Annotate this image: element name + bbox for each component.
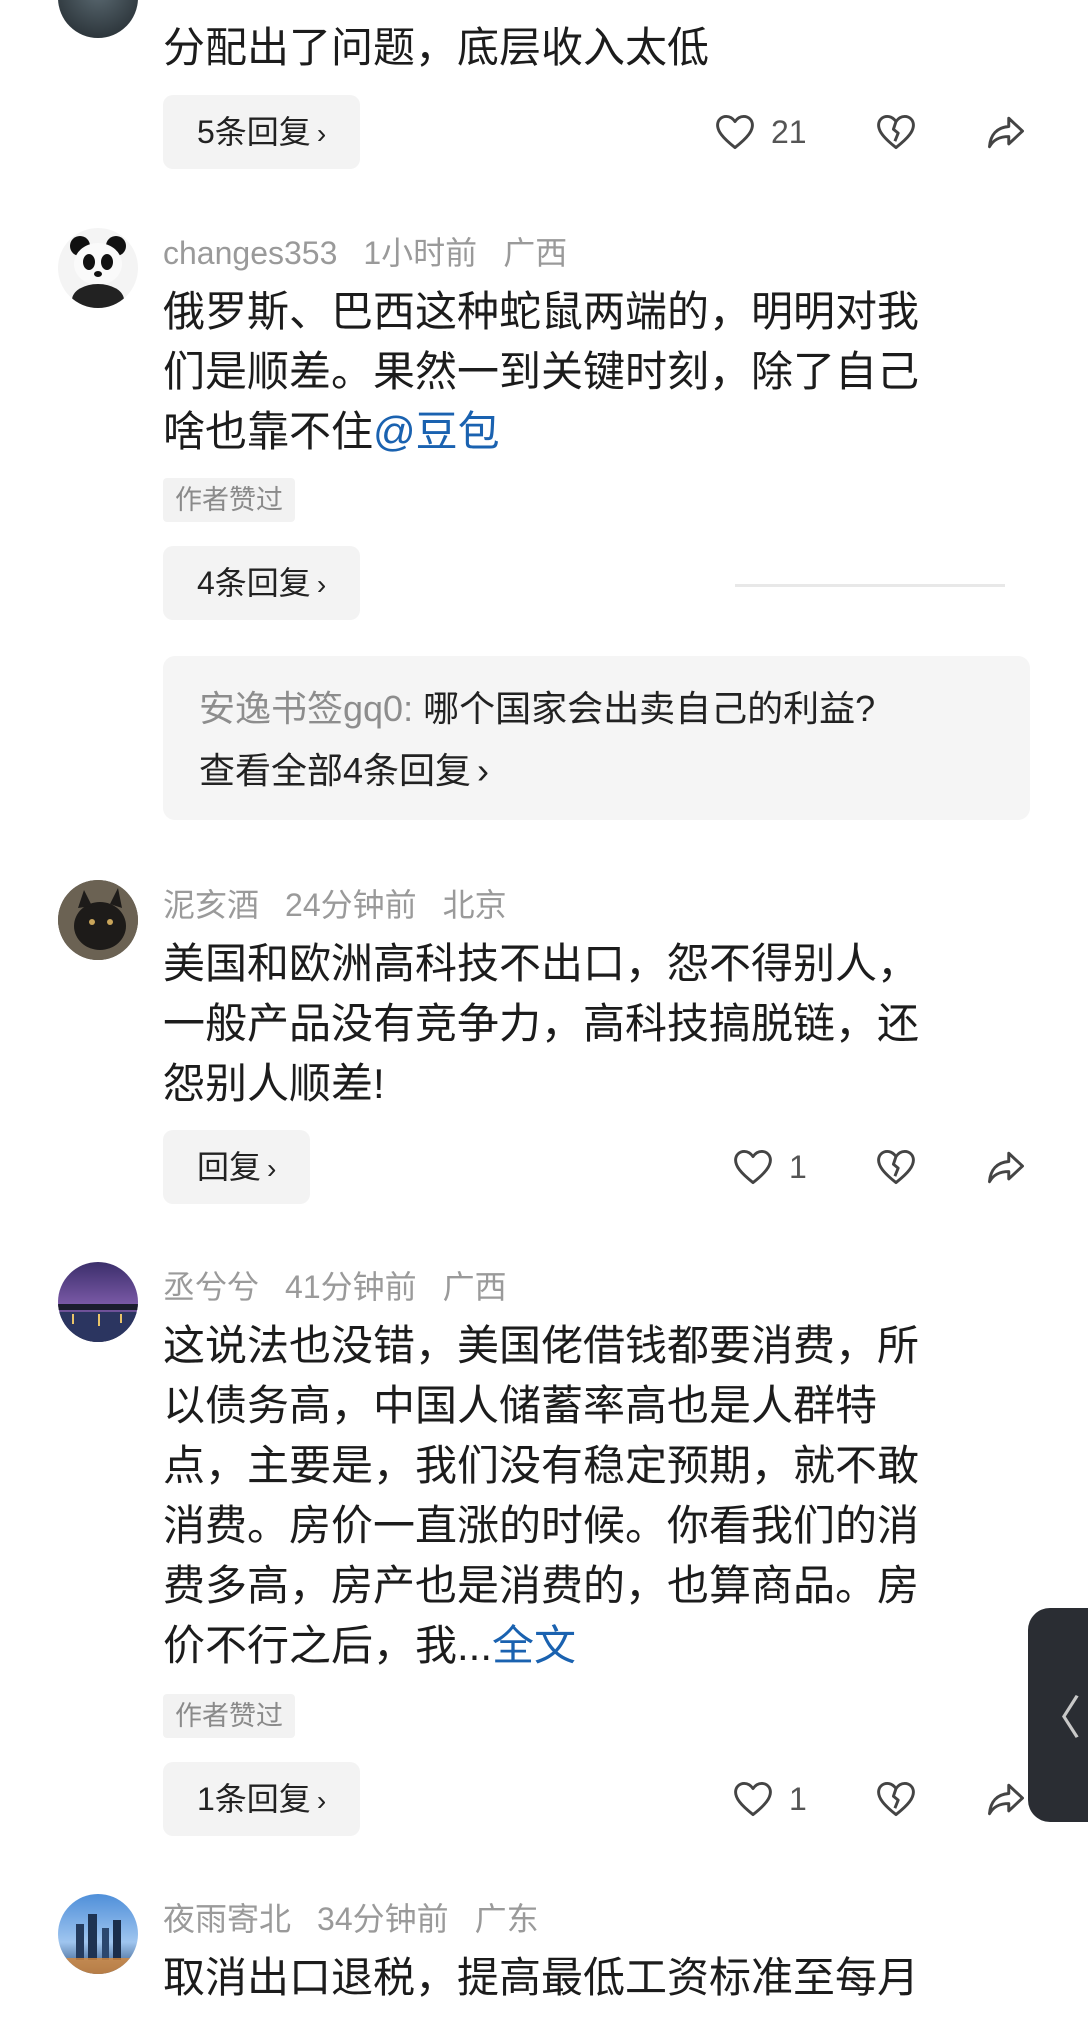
- comment-meta: 夜雨寄北 34分钟前 广东: [163, 1894, 565, 1940]
- broken-heart-icon: [874, 1781, 918, 1825]
- like-button[interactable]: 1: [731, 1145, 807, 1189]
- heart-icon: [731, 1777, 775, 1821]
- heart-icon: [731, 1145, 775, 1189]
- reply-author[interactable]: 安逸书签gq0:: [199, 688, 413, 729]
- comment-location: 广东: [474, 1901, 539, 1937]
- like-count: 1: [789, 1148, 807, 1185]
- comment-location: 广西: [503, 235, 568, 271]
- reply-text: 哪个国家会出卖自己的利益?: [413, 688, 876, 729]
- share-button[interactable]: [984, 1777, 1028, 1826]
- comment-time: 34分钟前: [317, 1901, 449, 1937]
- like-button[interactable]: 1: [731, 1777, 807, 1821]
- faded-action-placeholder: [735, 584, 1005, 587]
- night-city-avatar-image: [58, 1262, 138, 1342]
- reply-count-button[interactable]: 5条回复 ›: [163, 95, 361, 169]
- skyline-avatar-image: [58, 1894, 138, 1974]
- reply-preview[interactable]: 安逸书签gq0: 哪个国家会出卖自己的利益? 查看全部4条回复 ›: [163, 656, 1030, 820]
- dislike-button[interactable]: [874, 1777, 918, 1826]
- comment-text: 分配出了问题，底层收入太低: [163, 24, 710, 71]
- broken-heart-icon: [874, 1149, 918, 1193]
- comment-location: 北京: [442, 887, 507, 923]
- comment-text: 俄罗斯、巴西这种蛇鼠两端的，明明对我 们是顺差。果然一到关键时刻，除了自己 啥也…: [163, 288, 920, 455]
- share-icon: [984, 1151, 1028, 1193]
- like-count: 21: [771, 113, 807, 150]
- view-all-replies-link[interactable]: 查看全部4条回复 ›: [199, 740, 994, 802]
- comment-text: 这说法也没错，美国佬借钱都要消费，所 以债务高，中国人储蓄率高也是人群特 点，主…: [163, 1322, 920, 1669]
- author-liked-badge: 作者赞过: [163, 478, 295, 522]
- author-liked-badge: 作者赞过: [163, 1694, 295, 1738]
- comment-time: 1小时前: [363, 235, 478, 271]
- comment-meta: 泥亥酒 24分钟前 北京: [163, 880, 533, 926]
- username[interactable]: 丞兮兮: [163, 1269, 259, 1305]
- comment-time: 41分钟前: [285, 1269, 417, 1305]
- share-icon: [984, 1783, 1028, 1825]
- comment-text: 美国和欧洲高科技不出口，怨不得别人， 一般产品没有竞争力，高科技搞脱链，还 怨别…: [163, 940, 920, 1107]
- comment-meta: changes353 1小时前 广西: [163, 228, 593, 274]
- avatar[interactable]: [58, 880, 138, 960]
- comment-location: 广西: [442, 1269, 507, 1305]
- heart-icon: [713, 110, 757, 154]
- comment-time: 24分钟前: [285, 887, 417, 923]
- like-button[interactable]: 21: [713, 110, 807, 154]
- dislike-button[interactable]: [874, 110, 918, 159]
- share-button[interactable]: [984, 1145, 1028, 1194]
- chevron-left-icon: 〈: [1035, 1692, 1081, 1744]
- expand-fulltext-link[interactable]: 全文: [492, 1622, 576, 1669]
- like-count: 1: [789, 1780, 807, 1817]
- dislike-button[interactable]: [874, 1145, 918, 1194]
- broken-heart-icon: [874, 114, 918, 158]
- avatar[interactable]: [58, 1894, 138, 1974]
- avatar[interactable]: [58, 1262, 138, 1342]
- avatar[interactable]: [58, 0, 138, 38]
- share-icon: [984, 116, 1028, 158]
- reply-button[interactable]: 回复 ›: [163, 1130, 311, 1204]
- username[interactable]: 泥亥酒: [163, 887, 259, 923]
- share-button[interactable]: [984, 110, 1028, 159]
- panda-avatar-image: [70, 236, 126, 308]
- username[interactable]: changes353: [163, 235, 337, 271]
- side-panel-toggle[interactable]: 〈: [1028, 1608, 1088, 1822]
- reply-count-button[interactable]: 1条回复 ›: [163, 1762, 361, 1836]
- avatar[interactable]: [58, 228, 138, 308]
- comment-text: 取消出口退税，提高最低工资标准至每月: [163, 1954, 920, 2001]
- reply-count-button[interactable]: 4条回复 ›: [163, 546, 361, 620]
- mention-link[interactable]: @豆包: [373, 408, 500, 455]
- comment-meta: 丞兮兮 41分钟前 广西: [163, 1262, 533, 1308]
- dog-avatar-image: [58, 880, 138, 960]
- username[interactable]: 夜雨寄北: [163, 1901, 291, 1937]
